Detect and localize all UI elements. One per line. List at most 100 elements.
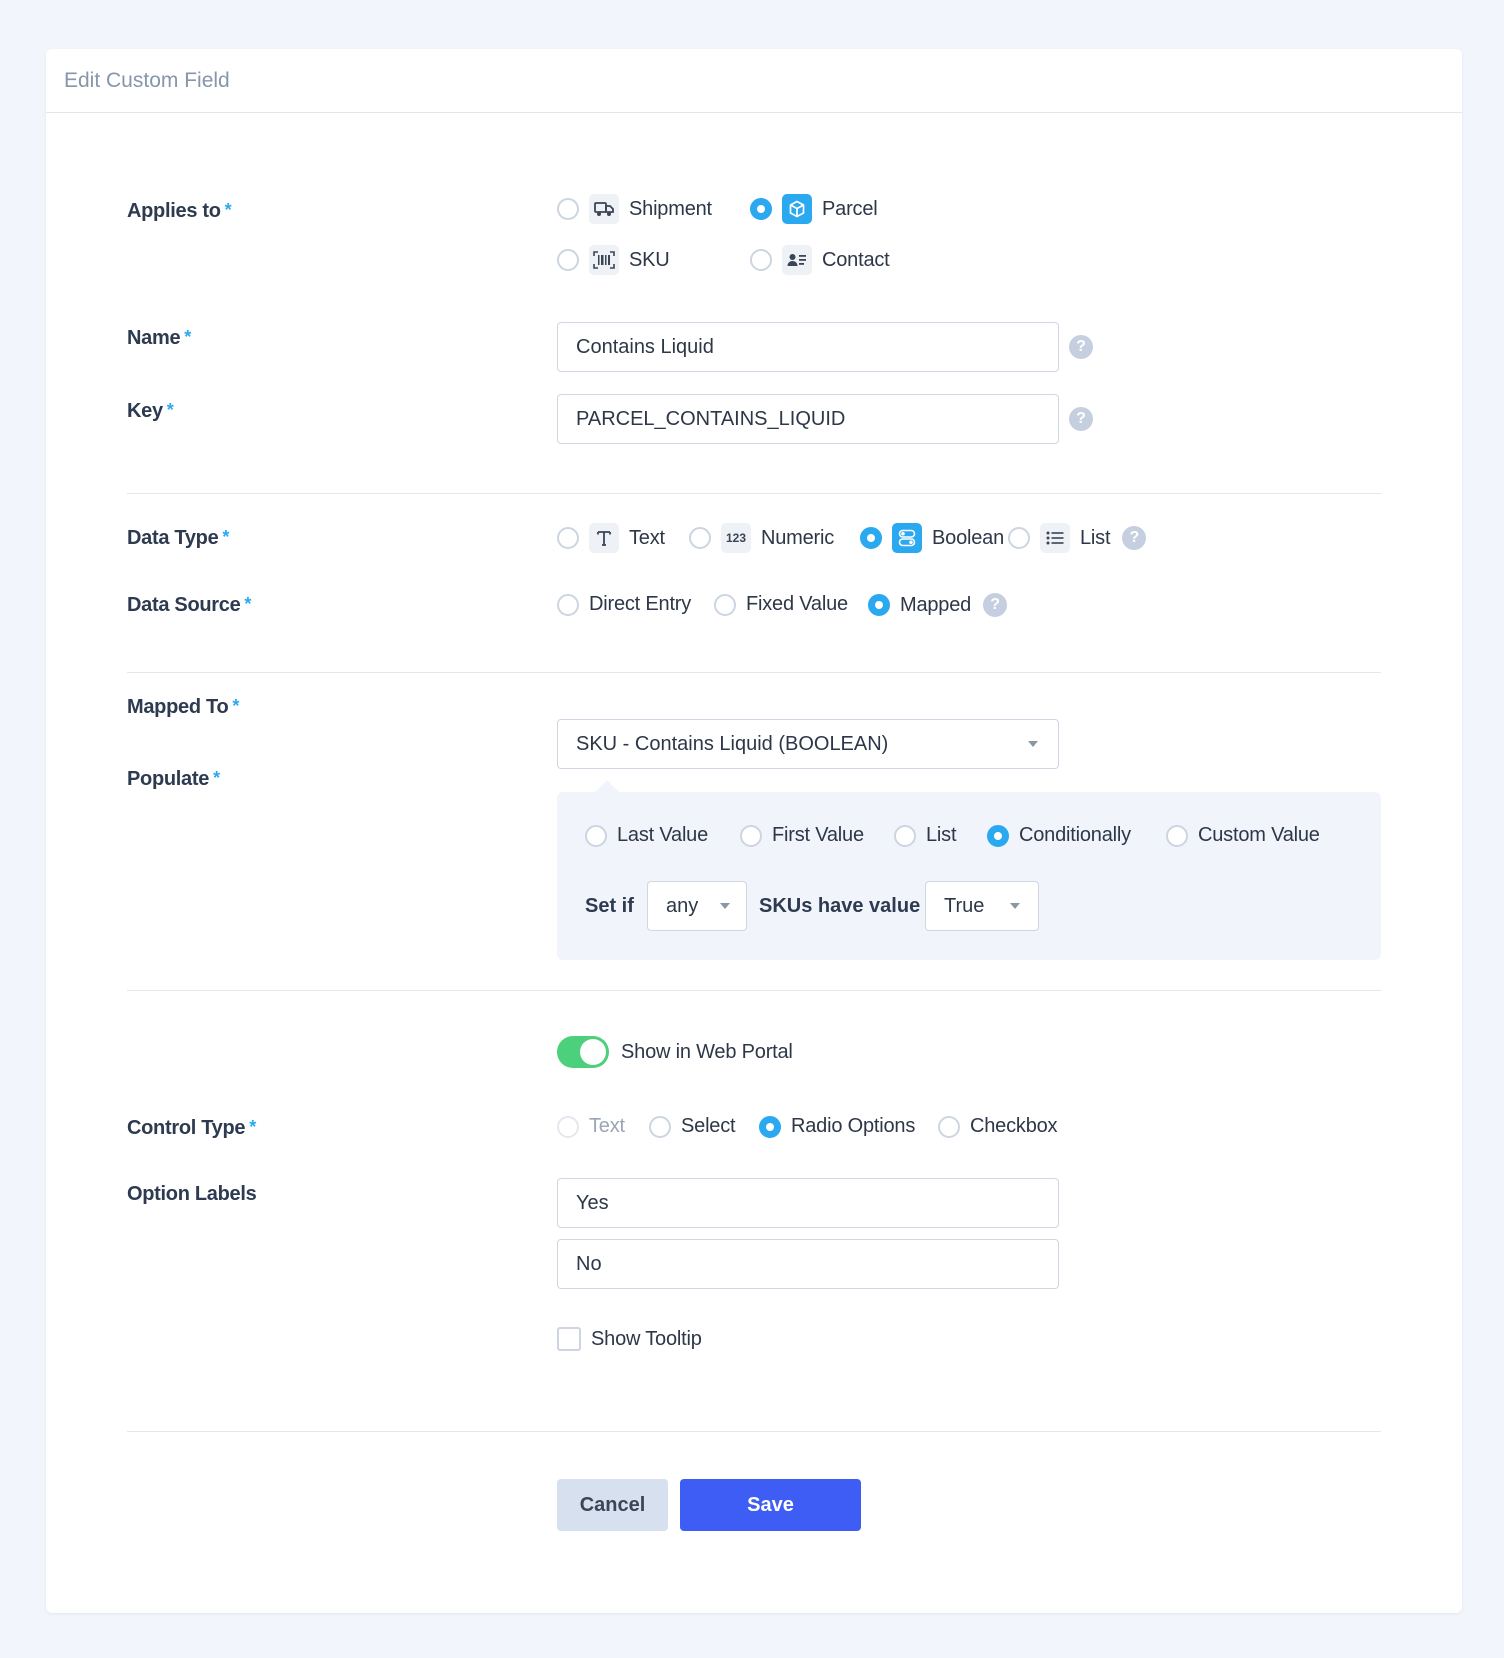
data-type-option-numeric[interactable]: 123 Numeric (689, 523, 834, 553)
save-button[interactable]: Save (680, 1479, 861, 1531)
numeric-type-radio[interactable] (689, 527, 711, 549)
control-text-label: Text (589, 1115, 625, 1137)
chevron-down-icon (1010, 903, 1021, 909)
panel-pointer (595, 780, 619, 792)
sku-label: SKU (629, 248, 670, 271)
option-label-no-input[interactable]: No (557, 1239, 1059, 1289)
populate-option-conditionally[interactable]: Conditionally (987, 824, 1131, 847)
data-type-option-text[interactable]: Text (557, 523, 665, 553)
populate-panel: Last Value First Value List Conditionall… (557, 780, 1381, 960)
boolean-type-radio[interactable] (860, 527, 882, 549)
quantifier-select[interactable]: any (647, 881, 747, 931)
mapped-label: Mapped (900, 593, 972, 616)
name-label: Name * (127, 327, 191, 349)
data-source-help-icon[interactable]: ? (983, 593, 1008, 617)
applies-to-option-contact[interactable]: Contact (750, 245, 890, 275)
mapped-radio[interactable] (868, 594, 890, 616)
first-value-radio[interactable] (740, 824, 762, 847)
show-tooltip-row[interactable]: Show Tooltip (557, 1327, 702, 1351)
custom-value-radio[interactable] (1166, 824, 1188, 847)
list-icon (1040, 523, 1070, 553)
applies-to-option-parcel[interactable]: Parcel (750, 194, 878, 224)
applies-to-option-sku[interactable]: SKU (557, 245, 670, 275)
control-select-label: Select (681, 1115, 736, 1137)
data-type-help-icon[interactable]: ? (1122, 526, 1147, 550)
conditionally-label: Conditionally (1019, 824, 1131, 846)
show-tooltip-checkbox[interactable] (557, 1327, 581, 1351)
web-portal-toggle-row[interactable]: Show in Web Portal (557, 1036, 793, 1068)
mapped-to-value: SKU - Contains Liquid (BOOLEAN) (576, 732, 889, 755)
condition-value: True (944, 894, 985, 917)
key-input[interactable]: PARCEL_CONTAINS_LIQUID (557, 394, 1059, 444)
sku-radio[interactable] (557, 249, 579, 271)
list-type-radio[interactable] (1008, 527, 1030, 549)
parcel-label: Parcel (822, 197, 878, 220)
numeric-type-label: Numeric (761, 526, 835, 549)
fixed-value-radio[interactable] (714, 593, 736, 616)
barcode-icon (589, 245, 619, 275)
divider (127, 1431, 1381, 1432)
conditionally-radio[interactable] (987, 824, 1009, 847)
contact-label: Contact (822, 248, 890, 271)
control-radio-options-radio[interactable] (759, 1115, 781, 1138)
data-type-option-boolean[interactable]: Boolean (860, 523, 1004, 553)
data-source-option-mapped[interactable]: Mapped ? (868, 593, 1008, 617)
populate-option-last-value[interactable]: Last Value (585, 824, 708, 847)
quantifier-value: any (666, 894, 699, 917)
control-text-radio (557, 1115, 579, 1138)
last-value-radio[interactable] (585, 824, 607, 847)
first-value-label: First Value (772, 824, 864, 846)
mapped-to-label: Mapped To * (127, 696, 240, 718)
text-icon (589, 523, 619, 553)
name-help-icon[interactable]: ? (1069, 335, 1093, 359)
boolean-type-label: Boolean (932, 526, 1004, 549)
control-type-option-select[interactable]: Select (649, 1115, 736, 1138)
key-label: Key * (127, 400, 174, 422)
populate-option-custom-value[interactable]: Custom Value (1166, 824, 1320, 847)
key-help-icon[interactable]: ? (1069, 407, 1093, 431)
list-type-label: List (1080, 526, 1111, 549)
direct-entry-radio[interactable] (557, 593, 579, 616)
data-type-option-list[interactable]: List ? (1008, 523, 1147, 553)
data-source-option-fixed-value[interactable]: Fixed Value (714, 593, 848, 616)
edit-custom-field-card: Edit Custom Field Applies to * Shipment P… (46, 49, 1462, 1613)
shipment-label: Shipment (629, 197, 712, 220)
show-tooltip-label: Show Tooltip (591, 1327, 702, 1350)
shipment-radio[interactable] (557, 198, 579, 220)
web-portal-toggle[interactable] (557, 1036, 609, 1068)
text-type-label: Text (629, 526, 665, 549)
control-checkbox-radio[interactable] (938, 1115, 960, 1138)
control-type-option-checkbox[interactable]: Checkbox (938, 1115, 1058, 1138)
applies-to-option-shipment[interactable]: Shipment (557, 194, 712, 224)
control-type-option-radio-options[interactable]: Radio Options (759, 1115, 915, 1138)
divider (127, 990, 1381, 991)
populate-option-list[interactable]: List (894, 824, 957, 847)
control-select-radio[interactable] (649, 1115, 671, 1138)
populate-list-label: List (926, 824, 957, 846)
option-label-yes-input[interactable]: Yes (557, 1178, 1059, 1228)
page-title: Edit Custom Field (64, 68, 230, 92)
populate-label: Populate * (127, 768, 220, 790)
condition-value-select[interactable]: True (925, 881, 1039, 931)
fixed-value-label: Fixed Value (746, 593, 848, 615)
mapped-to-select[interactable]: SKU - Contains Liquid (BOOLEAN) (557, 719, 1059, 769)
data-type-label: Data Type * (127, 527, 230, 549)
name-input[interactable]: Contains Liquid (557, 322, 1059, 372)
numeric-icon: 123 (721, 523, 751, 553)
custom-value-label: Custom Value (1198, 824, 1320, 846)
parcel-radio[interactable] (750, 198, 772, 220)
data-source-option-direct-entry[interactable]: Direct Entry (557, 593, 691, 616)
data-source-label: Data Source * (127, 594, 252, 616)
populate-option-first-value[interactable]: First Value (740, 824, 864, 847)
cancel-button[interactable]: Cancel (557, 1479, 668, 1531)
populate-list-radio[interactable] (894, 824, 916, 847)
web-portal-label: Show in Web Portal (621, 1040, 793, 1063)
set-if-label: Set if (585, 895, 634, 917)
truck-icon (589, 194, 619, 224)
control-type-label: Control Type * (127, 1117, 256, 1139)
box-icon (782, 194, 812, 224)
divider (127, 672, 1381, 673)
contact-radio[interactable] (750, 249, 772, 271)
divider (127, 493, 1381, 494)
text-type-radio[interactable] (557, 527, 579, 549)
